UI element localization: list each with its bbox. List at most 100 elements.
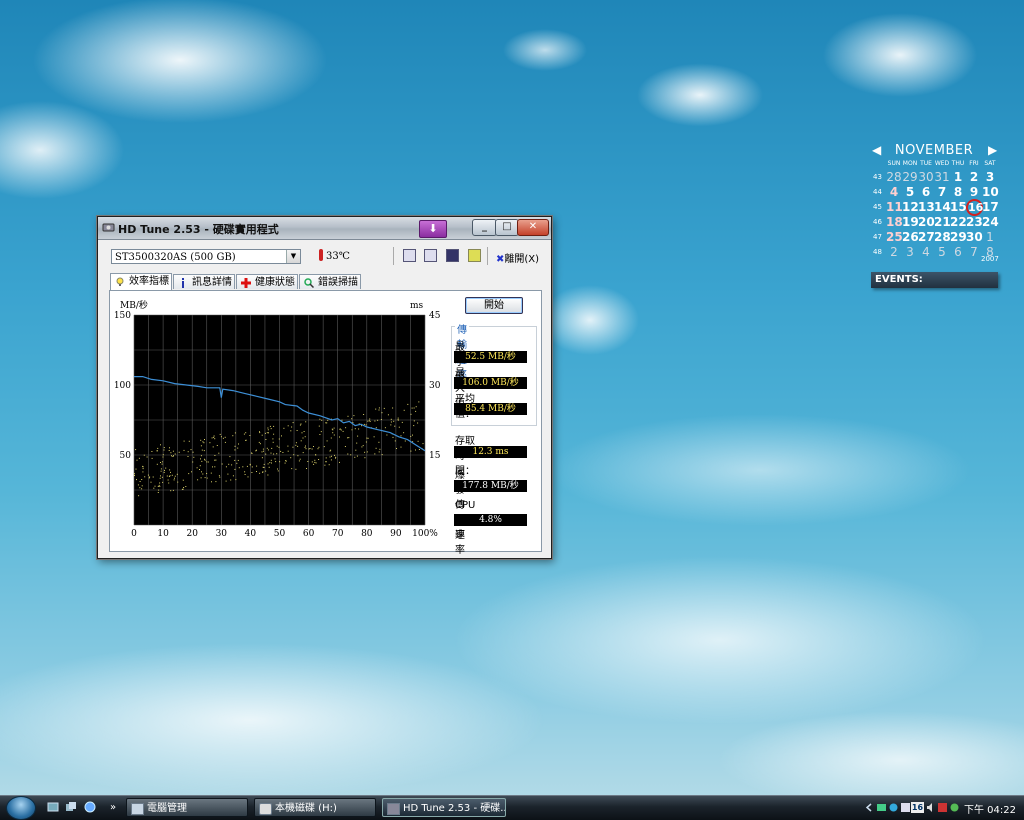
start-button[interactable]: 開始 [465,297,523,314]
access-time-point [164,469,165,471]
calendar-day[interactable]: 2 [966,170,982,184]
chevron-down-icon[interactable]: ▼ [286,250,300,263]
calendar-day[interactable]: 3 [982,170,998,184]
tray-calendar-badge[interactable]: 16 [911,802,924,813]
access-time-point [390,418,392,420]
save-icon[interactable] [446,249,459,262]
calendar-day[interactable]: 7 [934,185,950,199]
calendar-day[interactable]: 19 [902,215,919,229]
y-tick-label: 150 [114,311,131,321]
drive-select[interactable]: ST3500320AS (500 GB) ▼ [111,249,301,264]
exit-button[interactable]: ✖離開(X) [496,250,539,265]
access-time-point [232,435,234,437]
access-time-point [192,451,194,453]
calendar-day[interactable]: 24 [982,215,999,229]
sync-icon[interactable] [888,802,899,813]
calendar-day[interactable]: 31 [934,170,950,184]
calendar-day[interactable]: 20 [918,215,935,229]
calendar-day[interactable]: 5 [902,185,918,199]
access-time-point [326,440,328,442]
calendar-day[interactable]: 1 [950,170,966,184]
browser-icon[interactable] [84,801,96,813]
start-orb[interactable] [6,796,36,820]
access-time-point [136,459,138,461]
calendar-day[interactable]: 4 [886,185,902,199]
next-month-icon[interactable]: ▶ [988,143,997,157]
tab-benchmark[interactable]: 效率指標 [110,273,172,290]
calendar-day[interactable]: 6 [950,245,966,259]
calendar-day[interactable]: 25 [886,230,903,244]
calendar-day[interactable]: 5 [934,245,950,259]
calendar-day[interactable]: 23 [966,215,983,229]
power-icon[interactable] [949,802,960,813]
display-icon[interactable] [900,802,911,813]
calendar-day-today[interactable]: 16 [966,199,983,216]
calendar-day[interactable]: 30 [966,230,983,244]
task-local-disk[interactable]: 本機磁碟 (H:) [254,798,376,817]
title-bar[interactable]: HD Tune 2.53 - 硬碟實用程式 ⬇ _ □ ✕ [98,217,551,240]
download-arrow-icon[interactable]: ⬇ [419,220,447,238]
access-time-point [204,439,205,440]
task-computer-management[interactable]: 電腦管理 [126,798,248,817]
access-time-point [249,435,251,436]
show-desktop-icon[interactable] [47,801,59,813]
calendar-day[interactable]: 27 [918,230,935,244]
calendar-day[interactable]: 9 [966,185,982,199]
access-time-point [224,441,226,443]
drive-icon [259,803,272,815]
access-time-point [378,407,380,409]
minimize-button[interactable]: _ [472,219,497,236]
calendar-day[interactable]: 3 [902,245,918,259]
calendar-day[interactable]: 7 [966,245,982,259]
tray-arrow-icon[interactable] [864,802,875,813]
calendar-day[interactable]: 21 [934,215,951,229]
calendar-day[interactable]: 18 [886,215,903,229]
maximize-button[interactable]: □ [495,219,519,236]
calendar-day[interactable]: 11 [886,200,903,214]
calendar-day[interactable]: 1 [982,230,998,244]
calendar-day[interactable]: 29 [902,170,918,184]
calendar-day[interactable]: 22 [950,215,967,229]
calendar-day[interactable]: 30 [918,170,934,184]
access-time-point [269,425,271,427]
access-time-point [182,479,184,481]
copy-screenshot-icon[interactable] [424,249,437,262]
access-time-point [369,418,371,420]
y2-tick-label: 45 [429,311,441,321]
calendar-day[interactable]: 29 [950,230,967,244]
system-tray: 16 下午 04:22 [858,796,1024,820]
calendar-day[interactable]: 8 [950,185,966,199]
tab-health[interactable]: 健康狀態 [236,274,298,289]
access-time-point [171,474,173,476]
copy-info-icon[interactable] [403,249,416,262]
calendar-day[interactable]: 12 [902,200,919,214]
access-time-point [244,474,246,475]
access-time-point [392,436,394,438]
access-time-point [146,456,148,458]
calendar-day[interactable]: 17 [982,200,999,214]
calendar-day[interactable]: 13 [918,200,935,214]
quicklaunch-more-icon[interactable]: » [108,798,122,817]
tab-info[interactable]: 訊息詳情 [173,274,235,289]
options-icon[interactable] [468,249,481,262]
access-time-point [259,443,261,445]
access-time-point [413,420,415,422]
calendar-day[interactable]: 26 [902,230,919,244]
calendar-day[interactable]: 10 [982,185,999,199]
access-time-point [351,429,353,431]
calendar-day[interactable]: 2 [886,245,902,259]
access-time-point [158,489,160,491]
calendar-day[interactable]: 28 [934,230,951,244]
task-hdtune[interactable]: HD Tune 2.53 - 硬碟... [382,798,506,817]
calendar-day[interactable]: 28 [886,170,902,184]
close-button[interactable]: ✕ [517,219,549,236]
switch-windows-icon[interactable] [65,801,77,813]
calendar-day[interactable]: 14 [934,200,951,214]
security-alert-icon[interactable] [937,802,948,813]
calendar-day[interactable]: 15 [950,200,967,214]
calendar-day[interactable]: 4 [918,245,934,259]
network-icon[interactable] [876,802,887,813]
tab-error-scan[interactable]: 錯誤掃描 [299,274,361,289]
volume-icon[interactable] [926,802,937,813]
calendar-day[interactable]: 6 [918,185,934,199]
